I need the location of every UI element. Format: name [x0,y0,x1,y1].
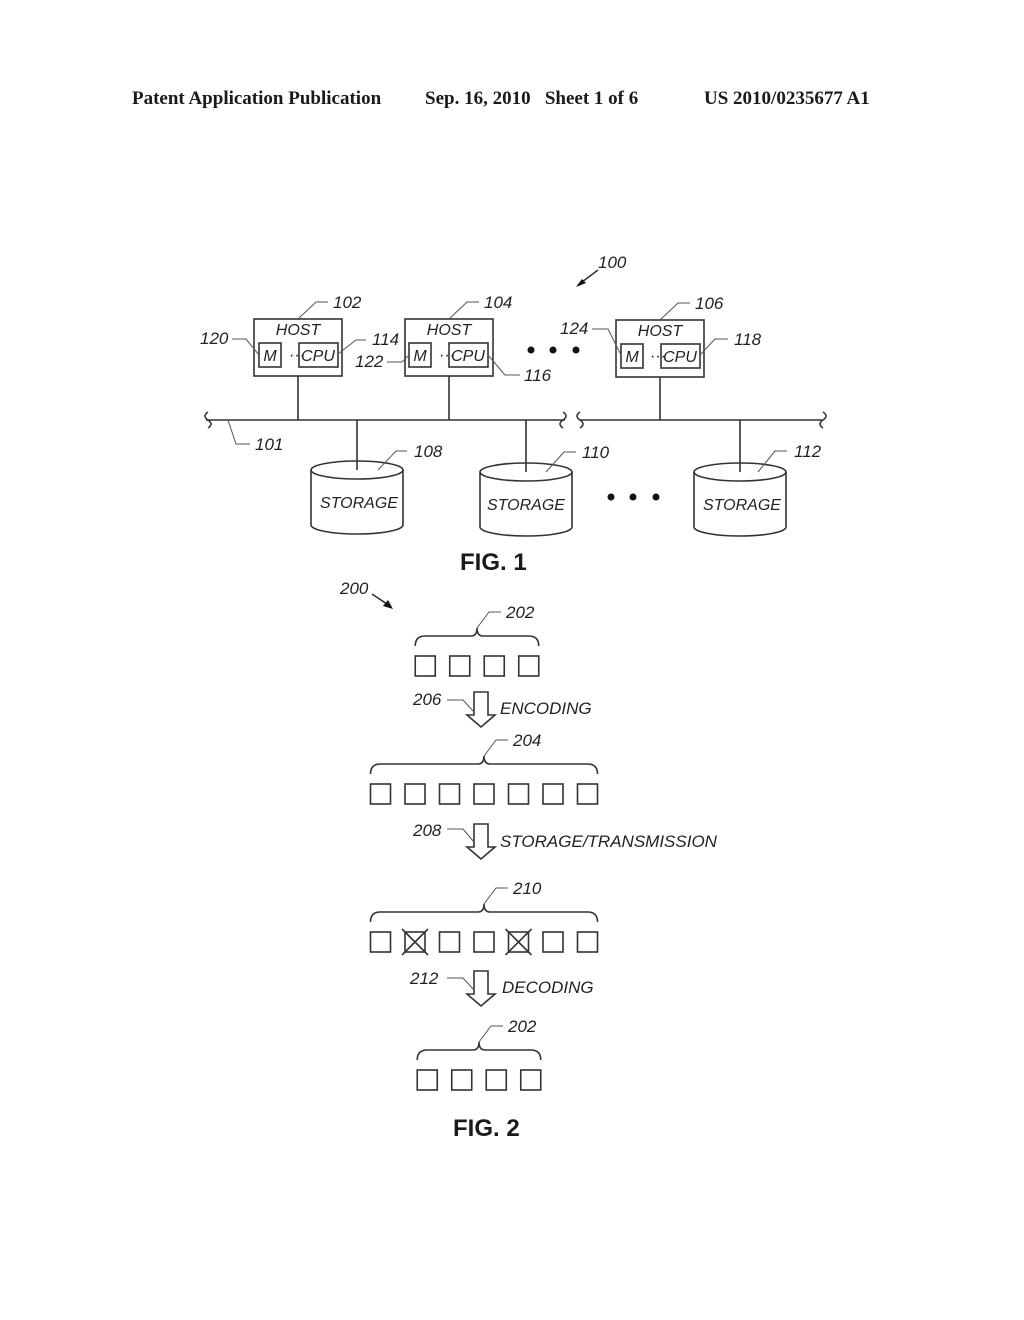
cpu-label: CPU [663,349,697,366]
step-decoding: 212 DECODING [409,969,594,1008]
host-ellipsis-dots [527,346,580,354]
memory-leader [232,338,260,356]
data-block [542,783,564,805]
storage-label: STORAGE [487,497,565,514]
host-104: HOST M ··· CPU 104 122 116 [355,293,552,420]
data-block [576,783,599,805]
brace-leader [478,1025,503,1043]
step-leader [447,699,475,713]
data-block [448,655,471,677]
step-leader [447,828,475,843]
storage-label: STORAGE [703,497,781,514]
storage-leader [377,450,407,471]
step-ref: 206 [412,690,442,709]
cpu-label: CPU [301,348,335,365]
data-block [414,655,437,677]
step-storage-transmission: 208 STORAGE/TRANSMISSION [412,821,718,861]
fig2-caption: FIG. 2 [453,1115,520,1142]
host-label: HOST [427,322,473,339]
group-ref: 202 [507,1017,537,1036]
step-label: ENCODING [500,699,592,718]
received-data-blocks: 210 [369,879,599,956]
storage-110: STORAGE 110 [479,420,610,537]
group-brace [414,627,540,647]
host-106: HOST M ··· CPU 106 124 118 [560,294,762,420]
data-block [576,931,599,953]
host-label: HOST [276,322,322,339]
data-block [473,783,495,805]
cpu-ref: 118 [734,330,762,349]
cpu-ref: 114 [372,330,399,349]
data-block [483,655,506,677]
storage-label: STORAGE [320,495,398,512]
group-brace [369,903,599,923]
host-leader [448,301,479,320]
step-label: STORAGE/TRANSMISSION [500,832,718,851]
down-arrow-icon [464,823,498,861]
step-label: DECODING [502,978,594,997]
cpu-label: CPU [451,348,485,365]
system-ref-label: 100 [598,253,627,272]
down-arrow-icon [464,970,498,1008]
group-ref: 210 [512,879,542,898]
brace-leader [483,887,508,905]
host-ref: 102 [333,293,362,312]
cpu-ref: 116 [524,366,552,385]
data-block [517,655,540,677]
data-block [416,1069,439,1091]
process-ref-label: 200 [339,579,369,598]
storage-108: STORAGE 108 [310,420,443,535]
data-block [369,783,392,805]
host-leader [297,301,328,320]
brace-leader [476,611,501,629]
original-data-blocks: 202 [414,603,540,677]
fig1-diagram: 100 101 HOST M ··· CPU 102 120 114 HOST … [200,253,827,576]
bus-leader [227,419,250,445]
encoded-data-blocks: 204 [369,731,599,805]
group-brace [416,1041,542,1061]
group-brace [369,755,599,775]
data-block [450,1069,473,1091]
host-label: HOST [638,323,684,340]
patent-drawing: 100 101 HOST M ··· CPU 102 120 114 HOST … [200,253,827,1142]
data-block [519,1069,542,1091]
memory-label: M [625,349,639,366]
storage-ref: 112 [794,442,822,461]
data-block [438,931,461,953]
group-ref: 204 [512,731,541,750]
host-ref: 104 [484,293,512,312]
step-ref: 208 [412,821,442,840]
data-block [404,783,426,805]
host-leader [659,302,690,321]
storage-ref: 110 [582,443,610,462]
storage-leader [545,451,576,473]
storage-ref: 108 [414,442,443,461]
bus-ref-label: 101 [255,435,283,454]
decoded-data-blocks: 202 [416,1017,542,1091]
data-block [438,783,461,805]
storage-112: STORAGE 112 [693,420,822,537]
fig1-caption: FIG. 1 [460,549,527,576]
data-block [473,931,495,953]
storage-ellipsis-dots [607,493,660,501]
memory-ref: 122 [355,352,384,371]
host-ref: 106 [695,294,724,313]
group-ref: 202 [505,603,535,622]
brace-leader [483,739,508,757]
step-encoding: 206 ENCODING [412,690,592,729]
data-block [507,783,530,805]
data-block [485,1069,508,1091]
process-ref-arrowhead [383,600,393,609]
data-block [369,931,392,953]
fig2-diagram: 200 202 204 210 202 206 ENCODING 208 STO… [339,579,718,1142]
memory-ref: 120 [200,329,229,348]
step-ref: 212 [409,969,439,988]
data-block [542,931,564,953]
memory-label: M [413,348,427,365]
step-leader [447,977,475,991]
memory-label: M [263,348,277,365]
memory-ref: 124 [560,319,588,338]
